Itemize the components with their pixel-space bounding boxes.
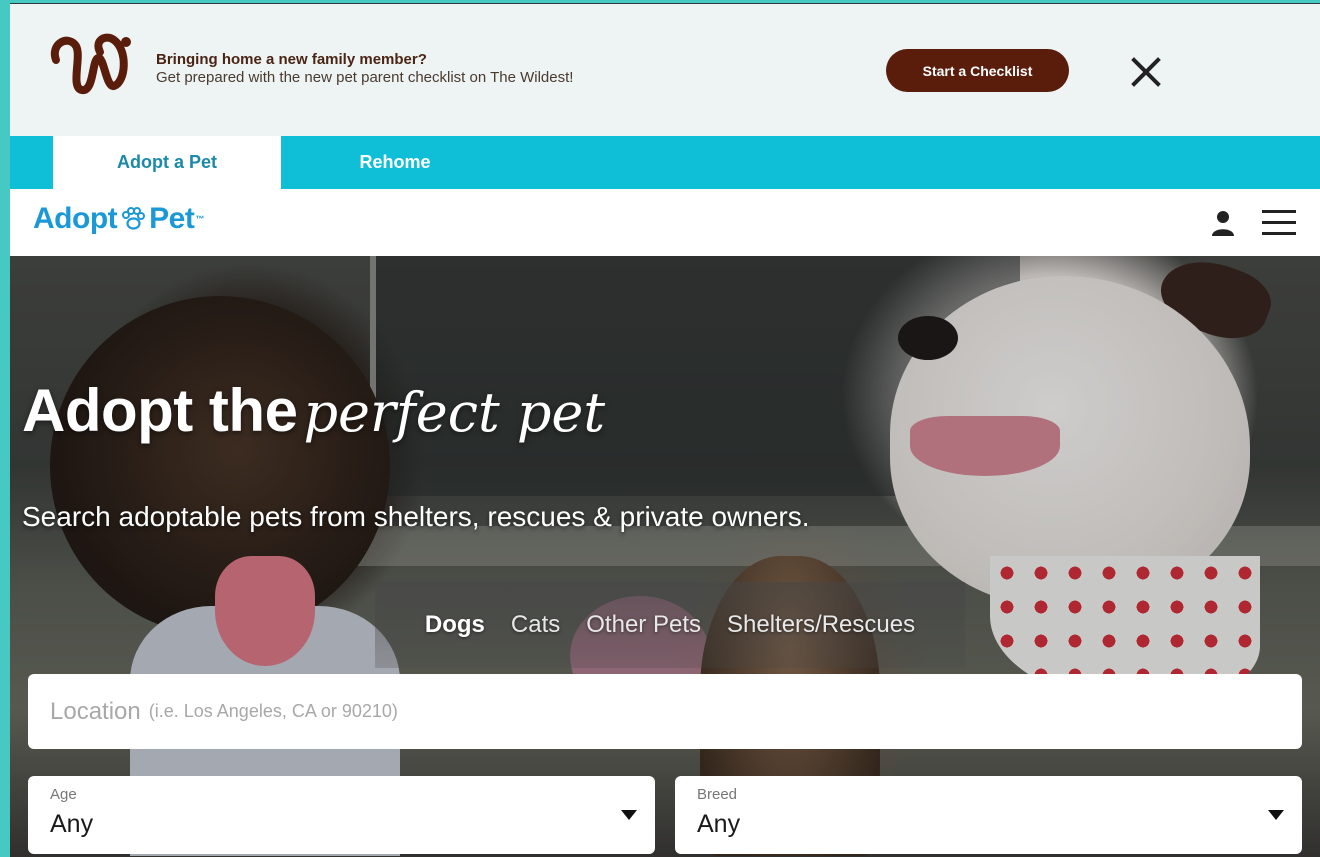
brand-word-pet: Pet [149,202,195,235]
pet-type-tabs: Dogs Cats Other Pets Shelters/Rescues [375,582,965,668]
hamburger-menu-icon[interactable] [1260,207,1298,239]
caret-down-icon [621,810,637,820]
hero-section: Adopt the perfect pet Search adoptable pe… [10,256,1320,857]
hero-title-bold: Adopt the [22,377,298,444]
brand-word-adopt: Adopt [33,202,118,235]
promo-headline: Bringing home a new family member? [156,51,427,68]
location-hint: (i.e. Los Angeles, CA or 90210) [148,701,398,721]
user-icon[interactable] [1210,209,1236,237]
location-input[interactable]: Location (i.e. Los Angeles, CA or 90210) [28,674,1302,749]
age-label: Age [50,786,77,803]
age-value: Any [50,810,94,838]
pet-tab-shelters-rescues[interactable]: Shelters/Rescues [727,611,915,639]
start-checklist-button[interactable]: Start a Checklist [886,49,1069,92]
promo-text: Bringing home a new family member? Get p… [156,51,573,87]
age-select[interactable]: Age Any [28,776,655,854]
hero-subtitle: Search adoptable pets from shelters, res… [22,501,810,532]
tab-adopt-a-pet[interactable]: Adopt a Pet [53,136,281,189]
hero-title: Adopt the perfect pet [22,376,605,448]
breed-value: Any [697,810,741,838]
wildest-logo-icon [50,33,131,94]
hero-title-script: perfect pet [303,381,606,444]
pet-tab-cats[interactable]: Cats [511,611,560,639]
top-tab-bar: Adopt a Pet Rehome [10,136,1320,189]
site-header: Adopt Pet ™ [10,189,1320,256]
caret-down-icon [1268,810,1284,820]
paw-icon [122,207,146,230]
browser-viewport: Bringing home a new family member? Get p… [10,3,1320,857]
breed-label: Breed [697,786,738,803]
hero-photo-overlay [10,256,1320,857]
adopt-a-pet-logo[interactable]: Adopt Pet ™ [33,202,204,236]
tab-rehome[interactable]: Rehome [310,136,480,189]
promo-banner: Bringing home a new family member? Get p… [10,4,1320,136]
pet-tab-other-pets[interactable]: Other Pets [586,611,701,639]
pet-tab-dogs[interactable]: Dogs [425,611,485,639]
brand-trademark: ™ [195,214,204,224]
breed-select[interactable]: Breed Any [675,776,1302,854]
location-placeholder: Location [50,697,141,725]
promo-subline: Get prepared with the new pet parent che… [156,69,574,86]
close-icon[interactable] [1128,54,1164,90]
